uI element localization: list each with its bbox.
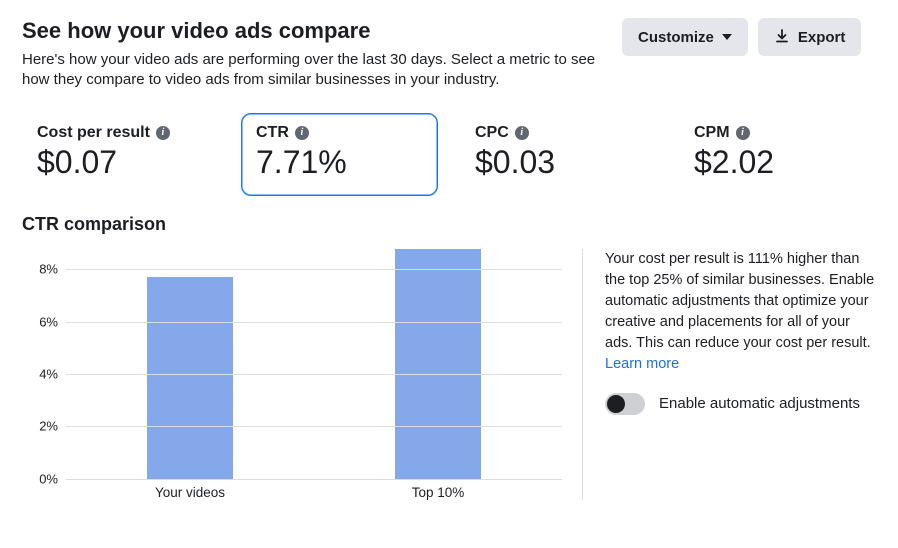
chart-bar [147, 277, 233, 478]
insight-body: Your cost per result is 111% higher than… [605, 251, 874, 351]
metric-value: $0.07 [37, 144, 204, 181]
ctr-bar-chart: 0%2%4%6%8% [22, 249, 562, 479]
gridline [66, 479, 562, 480]
toggle-knob [607, 395, 625, 413]
y-tick-label: 2% [39, 419, 58, 434]
export-button[interactable]: Export [758, 18, 862, 56]
customize-button[interactable]: Customize [622, 18, 748, 56]
metric-value: $0.03 [475, 144, 642, 181]
metric-card-cpc[interactable]: CPC i $0.03 [460, 113, 657, 196]
auto-adjust-toggle[interactable] [605, 393, 645, 415]
metric-card-cpm[interactable]: CPM i $2.02 [679, 113, 876, 196]
x-tick-label: Your videos [66, 485, 314, 500]
metric-value: 7.71% [256, 144, 423, 181]
gridline [66, 426, 562, 427]
page-title: See how your video ads compare [22, 18, 602, 44]
metric-card-ctr[interactable]: CTR i 7.71% [241, 113, 438, 196]
auto-adjust-toggle-label: Enable automatic adjustments [659, 393, 860, 415]
metric-label: Cost per result [37, 124, 150, 142]
page-subtitle: Here's how your video ads are performing… [22, 50, 602, 91]
metric-value: $2.02 [694, 144, 861, 181]
info-icon[interactable]: i [736, 126, 750, 140]
metric-label: CPM [694, 124, 730, 142]
y-tick-label: 0% [39, 471, 58, 486]
metric-card-cpr[interactable]: Cost per result i $0.07 [22, 113, 219, 196]
comparison-section-title: CTR comparison [22, 214, 876, 235]
gridline [66, 322, 562, 323]
chevron-down-icon [722, 34, 732, 40]
metric-label: CTR [256, 124, 289, 142]
download-icon [774, 29, 790, 45]
gridline [66, 269, 562, 270]
export-button-label: Export [798, 29, 846, 46]
gridline [66, 374, 562, 375]
customize-button-label: Customize [638, 29, 714, 46]
info-icon[interactable]: i [295, 126, 309, 140]
info-icon[interactable]: i [515, 126, 529, 140]
y-tick-label: 8% [39, 262, 58, 277]
metric-label: CPC [475, 124, 509, 142]
insight-text: Your cost per result is 111% higher than… [605, 249, 876, 375]
learn-more-link[interactable]: Learn more [605, 356, 679, 372]
y-tick-label: 4% [39, 366, 58, 381]
x-tick-label: Top 10% [314, 485, 562, 500]
y-tick-label: 6% [39, 314, 58, 329]
chart-bar [395, 249, 481, 479]
info-icon[interactable]: i [156, 126, 170, 140]
